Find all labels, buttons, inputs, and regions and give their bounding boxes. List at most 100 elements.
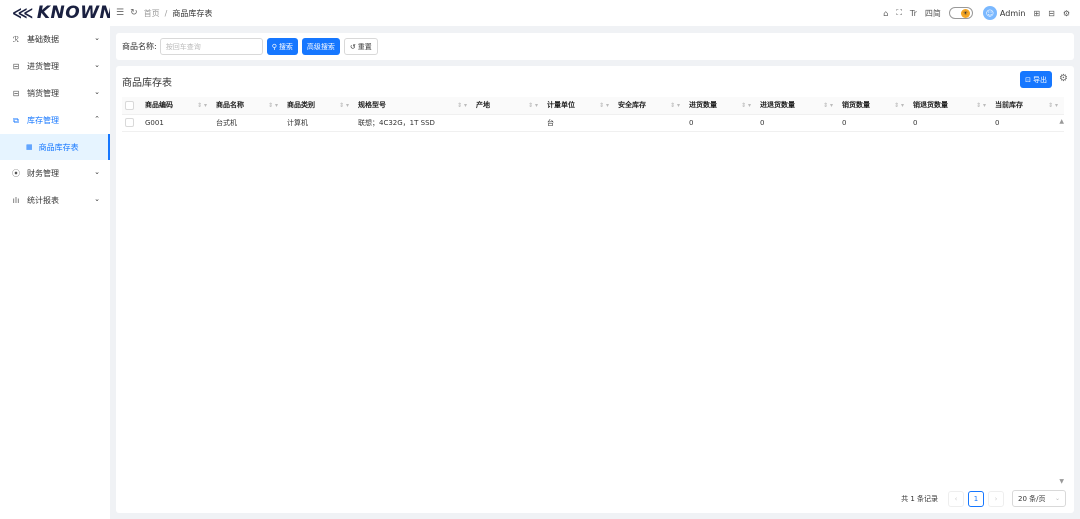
grid-icon[interactable]: ⊞ [1033, 9, 1040, 18]
sidebar-item-purchase[interactable]: ⊟ 进货管理 ⌄ [0, 53, 110, 80]
layout-icon[interactable]: ⊟ [1048, 9, 1055, 18]
table-cell: 联想；4C32G，1T SSD [355, 114, 473, 132]
logo-text: KNOWN [36, 3, 115, 23]
table-cell [615, 114, 686, 132]
page-size-select[interactable]: 20 条/页 ⌄ [1012, 490, 1066, 507]
sun-icon: ☀ [960, 8, 970, 18]
column-header[interactable]: 安全库存 ⇕▾ [615, 97, 686, 115]
row-checkbox[interactable] [125, 118, 134, 127]
advanced-search-label: 高级搜索 [306, 42, 335, 51]
user-name[interactable]: Admin [1000, 9, 1026, 18]
pagination: 共 1 条记录 ‹ 1 › 20 条/页 ⌄ [901, 490, 1066, 507]
user-icon: ℛ [12, 35, 20, 44]
theme-toggle[interactable]: ☀ [948, 7, 973, 19]
sidebar-item-reports[interactable]: ılı 统计报表 ⌄ [0, 187, 110, 214]
box-icon: ⊟ [12, 89, 20, 98]
scroll-down-icon[interactable]: ▼ [1059, 478, 1064, 485]
product-name-input[interactable]: 按回车查询 [159, 38, 263, 55]
gear-icon[interactable]: ⚙ [1063, 9, 1070, 18]
avatar[interactable]: ☺ [982, 6, 997, 20]
search-button-label: 搜索 [278, 42, 293, 51]
table-cell: 台式机 [213, 114, 284, 132]
column-header[interactable]: 计量单位 ⇕▾ [544, 97, 615, 115]
table-cell: G001 [142, 114, 213, 132]
table-cell: 计算机 [284, 114, 355, 132]
sidebar-item-label: 库存管理 [27, 116, 59, 125]
language-button[interactable]: 四简 [925, 8, 941, 19]
column-header[interactable]: 产地 ⇕▾ [473, 97, 544, 115]
search-icon: ⚲ [271, 42, 277, 51]
table-cell: 0 [686, 114, 757, 132]
sidebar-item-label: 进货管理 [27, 62, 59, 71]
export-icon: ⊡ [1025, 75, 1031, 84]
export-button[interactable]: ⊡ 导出 [1020, 71, 1052, 88]
sidebar-item-inventory[interactable]: ⧉ 库存管理 ⌃ [0, 107, 110, 134]
column-header[interactable]: 销退货数量 ⇕▾ [910, 97, 992, 115]
select-all-checkbox[interactable] [125, 100, 134, 110]
column-header[interactable]: 商品类别 ⇕▾ [284, 97, 355, 115]
sort-filter-icon[interactable]: ⇕▾ [670, 102, 682, 109]
reset-icon: ↺ [349, 42, 356, 51]
table-icon: ▦ [26, 143, 33, 151]
export-button-label: 导出 [1033, 75, 1047, 84]
column-settings-icon[interactable]: ⚙ [1059, 73, 1068, 84]
breadcrumb-home[interactable]: 首页 [144, 9, 160, 18]
chevron-down-icon: ⌄ [94, 88, 100, 96]
page-1-button[interactable]: 1 [968, 490, 984, 507]
table-title: 商品库存表 [122, 78, 172, 89]
sort-filter-icon[interactable]: ⇕▾ [1048, 102, 1060, 109]
sort-filter-icon[interactable]: ⇕▾ [339, 102, 351, 109]
sort-filter-icon[interactable]: ⇕▾ [741, 102, 753, 109]
chevron-down-icon: ⌄ [94, 34, 100, 42]
next-page-button[interactable]: › [988, 490, 1004, 507]
table-cell: 0 [839, 114, 910, 132]
sidebar-item-sales[interactable]: ⊟ 销货管理 ⌄ [0, 80, 110, 107]
stock-table-card: 商品库存表 ⊡ 导出 ⚙ ▲ 商品编码 ⇕▾ 商品名称 ⇕▾ 商品类别 ⇕▾ 规格型号 ⇕… [116, 66, 1074, 513]
prev-page-button[interactable]: ‹ [948, 490, 964, 507]
sort-filter-icon[interactable]: ⇕▾ [976, 102, 988, 109]
sidebar-item-finance[interactable]: ⦿ 财务管理 ⌄ [0, 160, 110, 187]
sidebar-subitem-stock-table[interactable]: ▦ 商品库存表 [0, 134, 110, 160]
reset-button[interactable]: ↺ 重置 [343, 38, 378, 55]
sort-filter-icon[interactable]: ⇕▾ [268, 102, 280, 109]
search-button[interactable]: ⚲ 搜索 [266, 38, 298, 55]
inventory-icon: ⧉ [13, 115, 19, 125]
column-header[interactable]: 进退货数量 ⇕▾ [757, 97, 839, 115]
sort-filter-icon[interactable]: ⇕▾ [528, 102, 540, 109]
column-header[interactable]: 商品编码 ⇕▾ [142, 97, 213, 115]
fullscreen-icon[interactable]: ⛶ [896, 8, 902, 18]
brand-logo: ⋘ KNOWN [0, 0, 114, 26]
table-cell: 台 [544, 114, 615, 132]
column-header[interactable]: 进货数量 ⇕▾ [686, 97, 757, 115]
column-header[interactable]: 销货数量 ⇕▾ [839, 97, 910, 115]
sidebar-item-label: 销货管理 [27, 89, 59, 98]
sort-filter-icon[interactable]: ⇕▾ [197, 102, 209, 109]
reset-button-label: 重置 [357, 42, 372, 51]
sidebar-item-label: 统计报表 [27, 196, 59, 205]
advanced-search-button[interactable]: 高级搜索 [301, 38, 340, 55]
font-size-button[interactable]: Tr [910, 9, 917, 18]
sidebar: ⋘ KNOWN ℛ 基础数据 ⌄ ⊟ 进货管理 ⌄ ⊟ 销货管理 ⌄ ⧉ 库存管理 ⌃ ▦ 商品库存… [0, 0, 114, 519]
column-header[interactable]: 规格型号 ⇕▾ [355, 97, 473, 115]
table-cell [473, 114, 544, 132]
home-icon[interactable]: ⌂ [883, 9, 888, 18]
logo-mark-icon: ⋘ [12, 4, 34, 22]
table-row[interactable]: G001 台式机 计算机 联想；4C32G，1T SSD 台 0 0 0 0 0 [122, 114, 1064, 132]
chevron-down-icon: ⌄ [94, 61, 100, 69]
column-header[interactable]: 商品名称 ⇕▾ [213, 97, 284, 115]
column-header[interactable]: 当前库存 ⇕▾ [992, 97, 1064, 115]
breadcrumb: 首页 / 商品库存表 [144, 8, 213, 19]
sidebar-item-basic-data[interactable]: ℛ 基础数据 ⌄ [0, 26, 110, 53]
sort-filter-icon[interactable]: ⇕▾ [894, 102, 906, 109]
chevron-down-icon: ⌄ [94, 168, 100, 176]
sort-filter-icon[interactable]: ⇕▾ [457, 102, 469, 109]
menu-fold-icon[interactable]: ☰ [116, 8, 124, 18]
box-icon: ⊟ [12, 62, 20, 71]
breadcrumb-separator: / [164, 8, 168, 18]
refresh-icon[interactable]: ↻ [130, 8, 138, 18]
sort-filter-icon[interactable]: ⇕▾ [599, 102, 611, 109]
sort-filter-icon[interactable]: ⇕▾ [823, 102, 835, 109]
total-records: 共 1 条记录 [901, 494, 938, 503]
sidebar-subitem-label: 商品库存表 [38, 142, 79, 152]
finance-icon: ⦿ [12, 169, 20, 178]
